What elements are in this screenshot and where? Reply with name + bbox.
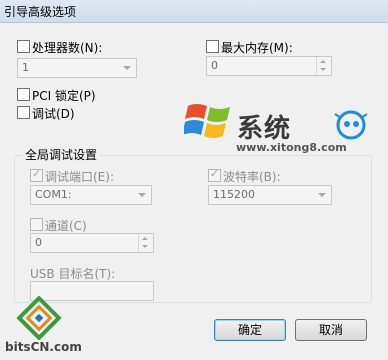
debug-port-label: 调试端口(E):	[45, 170, 114, 184]
channel-label: 通道(C)	[45, 219, 87, 233]
spin-up-icon[interactable]	[142, 237, 148, 240]
channel-spinner[interactable]: 0	[30, 233, 154, 253]
baud-rate-label: 波特率(B):	[223, 170, 281, 184]
chevron-down-icon	[318, 193, 326, 197]
debug-port-select[interactable]: COM1:	[30, 185, 152, 205]
channel-checkbox[interactable]	[30, 218, 43, 231]
max-memory-spinner[interactable]: 0	[206, 56, 332, 76]
baud-rate-checkbox[interactable]	[208, 167, 221, 182]
pci-lock-label: PCI 锁定(P)	[32, 89, 96, 103]
debug-label: 调试(D)	[32, 107, 75, 121]
xitong-mascot-icon	[334, 110, 368, 140]
channel-value: 0	[35, 236, 42, 249]
baud-rate-value: 115200	[213, 188, 255, 201]
window-title: 引导高级选项	[4, 5, 77, 19]
boot-advanced-options-dialog: 引导高级选项 处理器数(N): 1 最大内存(M): 0 PCI 锁定(P) 调…	[0, 0, 388, 360]
spin-up-icon[interactable]	[320, 60, 326, 63]
global-debug-title: 全局调试设置	[22, 146, 101, 163]
processors-checkbox[interactable]	[17, 40, 30, 53]
spinner-buttons[interactable]	[138, 234, 153, 252]
debug-port-checkbox[interactable]	[30, 167, 43, 182]
processors-label: 处理器数(N):	[32, 41, 103, 55]
max-memory-checkbox[interactable]	[206, 40, 219, 53]
max-memory-label: 最大内存(M):	[221, 41, 293, 55]
windows-logo-icon	[184, 104, 230, 138]
usb-target-label: USB 目标名(T):	[30, 267, 116, 281]
debug-checkbox[interactable]	[17, 106, 30, 119]
cancel-button[interactable]: 取消	[295, 319, 367, 341]
spinner-buttons[interactable]	[316, 57, 331, 75]
chevron-down-icon	[123, 66, 131, 70]
bitscn-logo-icon	[16, 296, 62, 340]
xitong-logo-text: 系统	[237, 114, 292, 144]
spin-down-icon[interactable]	[320, 68, 326, 71]
debug-port-value: COM1:	[35, 188, 72, 201]
baud-rate-select[interactable]: 115200	[208, 185, 332, 205]
chevron-down-icon	[138, 193, 146, 197]
processors-select[interactable]: 1	[17, 58, 137, 78]
max-memory-value: 0	[211, 59, 218, 72]
pci-lock-checkbox[interactable]	[17, 88, 30, 101]
ok-button[interactable]: 确定	[214, 319, 286, 341]
title-bar[interactable]: 引导高级选项	[0, 0, 388, 23]
bitscn-text: bitsCN.com	[5, 340, 82, 354]
xitong-url-text: www.xitong8.com	[236, 141, 347, 154]
processors-value: 1	[22, 61, 29, 74]
spin-down-icon[interactable]	[142, 245, 148, 248]
